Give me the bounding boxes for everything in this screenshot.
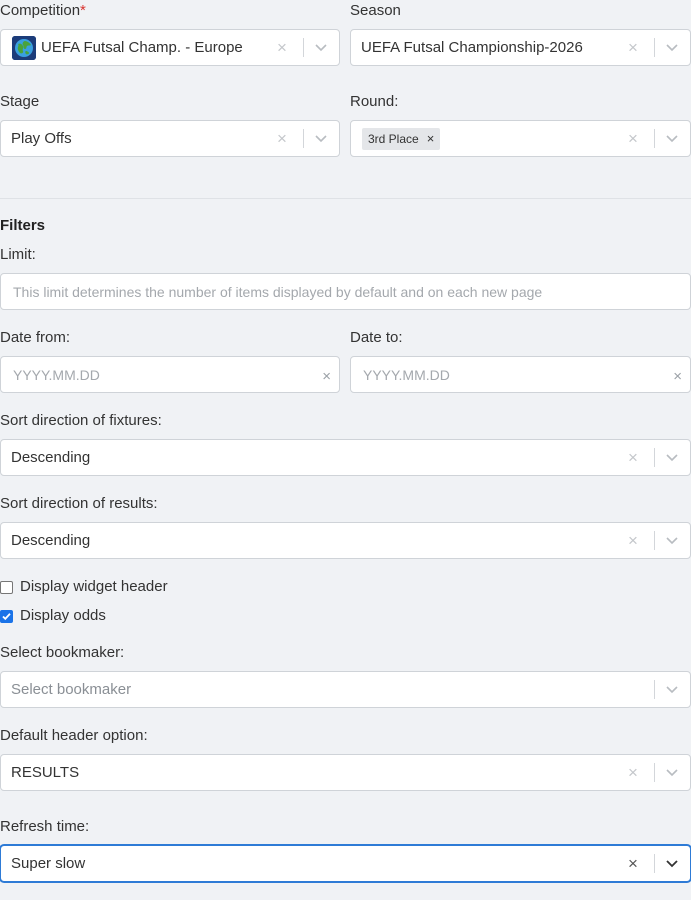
clear-icon[interactable]: ×: [628, 30, 638, 65]
display-odds-checkbox[interactable]: [0, 610, 13, 623]
clear-icon[interactable]: ×: [628, 440, 638, 475]
sort-results-label: Sort direction of results:: [0, 495, 158, 512]
clear-icon[interactable]: ×: [277, 30, 287, 65]
clear-icon[interactable]: ×: [673, 357, 682, 396]
globe-icon: [12, 36, 36, 60]
display-widget-header-checkbox[interactable]: [0, 581, 13, 594]
season-label: Season: [350, 2, 401, 19]
sort-results-value: Descending: [11, 532, 91, 549]
limit-placeholder: This limit determines the number of item…: [13, 284, 543, 300]
chevron-down-icon[interactable]: [665, 452, 679, 462]
refresh-time-label: Refresh time:: [0, 818, 90, 835]
required-mark: *: [80, 2, 86, 19]
limit-label: Limit:: [0, 246, 36, 263]
sort-results-select[interactable]: Descending ×: [0, 522, 691, 559]
date-from-label: Date from:: [0, 329, 71, 346]
separator: [303, 38, 304, 57]
clear-icon[interactable]: ×: [628, 755, 638, 790]
sort-fixtures-select[interactable]: Descending ×: [0, 439, 691, 476]
clear-icon[interactable]: ×: [322, 357, 331, 396]
separator: [654, 448, 655, 467]
chevron-down-icon[interactable]: [314, 42, 328, 52]
chevron-down-icon[interactable]: [665, 42, 679, 52]
bookmaker-placeholder: Select bookmaker: [11, 681, 132, 698]
chevron-down-icon[interactable]: [665, 858, 679, 868]
sort-fixtures-label: Sort direction of fixtures:: [0, 412, 162, 429]
chevron-down-icon[interactable]: [665, 535, 679, 545]
chevron-down-icon[interactable]: [314, 133, 328, 143]
separator: [654, 531, 655, 550]
date-from-placeholder: YYYY.MM.DD: [13, 367, 100, 383]
default-header-select[interactable]: RESULTS ×: [0, 754, 691, 791]
stage-label: Stage: [0, 93, 40, 110]
chevron-down-icon[interactable]: [665, 684, 679, 694]
stage-select[interactable]: Play Offs ×: [0, 120, 340, 157]
date-to-label: Date to:: [350, 329, 403, 346]
date-to-input[interactable]: YYYY.MM.DD ×: [350, 356, 691, 393]
sort-fixtures-value: Descending: [11, 449, 91, 466]
competition-value: UEFA Futsal Champ. - Europe: [41, 39, 243, 56]
competition-select[interactable]: UEFA Futsal Champ. - Europe ×: [0, 29, 340, 66]
refresh-time-value: Super slow: [11, 855, 86, 872]
default-header-label: Default header option:: [0, 727, 148, 744]
separator: [303, 129, 304, 148]
round-chip: 3rd Place ×: [362, 128, 441, 150]
date-to-placeholder: YYYY.MM.DD: [363, 367, 450, 383]
section-divider: [0, 198, 691, 199]
chevron-down-icon[interactable]: [665, 767, 679, 777]
separator: [654, 38, 655, 57]
round-label: Round:: [350, 93, 399, 110]
clear-icon[interactable]: ×: [628, 121, 638, 156]
stage-value: Play Offs: [11, 130, 72, 147]
checkmark-icon: [2, 613, 11, 621]
refresh-time-select[interactable]: Super slow ×: [0, 845, 691, 882]
competition-label: Competition*: [0, 2, 86, 20]
bookmaker-label: Select bookmaker:: [0, 644, 125, 661]
separator: [654, 680, 655, 699]
date-from-input[interactable]: YYYY.MM.DD ×: [0, 356, 340, 393]
season-select[interactable]: UEFA Futsal Championship-2026 ×: [350, 29, 691, 66]
clear-icon[interactable]: ×: [628, 523, 638, 558]
chip-remove-icon[interactable]: ×: [419, 128, 441, 150]
default-header-value: RESULTS: [11, 764, 80, 781]
separator: [654, 129, 655, 148]
round-select[interactable]: 3rd Place × ×: [350, 120, 691, 157]
display-odds-label[interactable]: Display odds: [20, 607, 106, 625]
display-widget-header-label[interactable]: Display widget header: [20, 578, 168, 596]
filters-heading: Filters: [0, 217, 46, 234]
chevron-down-icon[interactable]: [665, 133, 679, 143]
competition-label-text: Competition: [0, 2, 81, 19]
separator: [654, 763, 655, 782]
bookmaker-select[interactable]: Select bookmaker: [0, 671, 691, 708]
clear-icon[interactable]: ×: [628, 846, 638, 881]
separator: [654, 854, 655, 873]
limit-input[interactable]: This limit determines the number of item…: [0, 273, 691, 310]
season-value: UEFA Futsal Championship-2026: [361, 39, 583, 56]
clear-icon[interactable]: ×: [277, 121, 287, 156]
round-chip-label: 3rd Place: [368, 132, 419, 146]
